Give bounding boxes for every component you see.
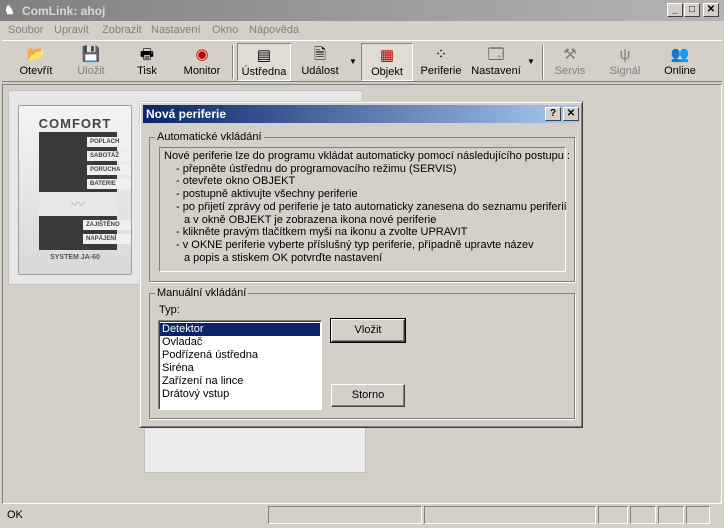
status-bar: OK [0,504,724,528]
device-model: SYSTEM JA-60 [50,254,100,261]
instruction-line: a v okně OBJEKT je zobrazena ikona nové … [184,213,437,226]
objekt-button[interactable]: ▦ Objekt [361,43,413,81]
tools-icon: ⚒ [563,46,577,63]
help-button[interactable]: ? [545,107,561,121]
type-option-detektor[interactable]: Detektor [160,323,320,336]
comfort-device-image: COMFORT POPLACH SABOTÁŽ PORUCHA BATERIE … [18,105,132,275]
monitor-icon: ◉ [195,46,209,63]
instruction-line: - přepněte ústřednu do programovacího re… [176,162,457,175]
status-pane [424,506,596,524]
dialog-close-button[interactable]: ✕ [563,107,579,121]
instruction-line: - otevřete okno OBJEKT [176,175,296,188]
print-button[interactable]: 🖶 Tisk [122,43,172,81]
nastaveni-dropdown-icon[interactable]: ▼ [527,57,535,66]
type-option-sirena[interactable]: Siréna [160,362,320,375]
auto-group-label: Automatické vkládání [155,131,264,143]
settings-icon: 🗔 [487,46,505,63]
instruction-line: - postupně aktivujte všechny periferie [176,188,358,201]
udalost-button[interactable]: 🗎 Událost [294,43,346,81]
dialog-title: Nová periferie [146,107,227,121]
instruction-line: a popis a stiskem OK potvrďte nastavení [184,251,383,264]
device-brand: COMFORT [38,116,112,131]
close-button[interactable]: ✕ [703,3,719,17]
type-option-podrizena-ustredna[interactable]: Podřízená ústředna [160,349,320,362]
menu-nastaveni[interactable]: Nastavení [151,24,201,36]
signal-button[interactable]: ψ Signál [604,43,646,81]
toolbar-separator [232,45,234,79]
minimize-button[interactable]: _ [667,3,683,17]
menu-upravit[interactable]: Upravit [54,24,89,36]
menu-bar: Soubor Upravit Zobrazit Nastavení Okno N… [0,21,724,40]
online-button[interactable]: 👥 Online [658,43,702,81]
instruction-line: Nové periferie lze do programu vkládat a… [164,150,570,162]
status-pane [686,506,710,524]
indicator-napajeni: NAPÁJENÍ [83,234,131,244]
menu-napoveda[interactable]: Nápověda [249,24,299,36]
indicator-baterie: BATERIE [87,179,131,189]
antenna-icon: ψ [619,46,631,63]
menu-soubor[interactable]: Soubor [8,24,43,36]
window-titlebar: ♞ ComLink: ahoj _ □ ✕ [0,0,724,21]
ustredna-panel-bottom [144,425,366,473]
menu-okno[interactable]: Okno [212,24,238,36]
status-pane [268,506,422,524]
indicator-sabotaz: SABOTÁŽ [87,151,131,161]
auto-group: Automatické vkládání Nové periferie lze … [149,131,575,282]
maximize-button[interactable]: □ [684,3,700,17]
manual-group-label: Manuální vkládání [155,287,249,299]
comlink-app-icon: ♞ [4,3,15,17]
instruction-line: - po přijetí zprávy od periferie je tato… [176,200,567,213]
status-text: OK [7,509,23,521]
indicator-zajisteno: ZAJIŠTĚNO [83,220,131,230]
document-icon: 🗎 [313,46,327,63]
instruction-line: - klikněte pravým tlačítkem myši na ikon… [176,226,468,239]
wave-icon: 〰 [39,192,117,216]
save-button[interactable]: 💾 Uložit [66,43,116,81]
periferie-icon: ⁘ [434,46,448,63]
instruction-line: - v OKNE periferie vyberte příslušný typ… [176,238,534,251]
status-pane [598,506,628,524]
ustredna-button[interactable]: ▤ Ústředna [237,43,291,81]
type-listbox[interactable]: Detektor Ovladač Podřízená ústředna Siré… [158,320,322,410]
cancel-button[interactable]: Storno [331,384,405,407]
status-pane [630,506,656,524]
toolbar-separator [542,45,544,79]
type-option-dratovy-vstup[interactable]: Drátový vstup [160,388,320,401]
udalost-dropdown-icon[interactable]: ▼ [349,57,357,66]
users-icon: 👥 [670,46,690,63]
indicator-poplach: POPLACH [87,137,131,147]
indicator-porucha: PORUCHA [87,165,131,175]
servis-button[interactable]: ⚒ Servis [550,43,590,81]
insert-button[interactable]: Vložit [330,318,406,343]
dialog-titlebar: Nová periferie ? ✕ [143,105,579,123]
auto-instructions: Nové periferie lze do programu vkládat a… [159,147,570,272]
menu-zobrazit[interactable]: Zobrazit [102,24,142,36]
nova-periferie-dialog: Nová periferie ? ✕ Automatické vkládání … [139,101,583,428]
type-option-zarizeni-na-lince[interactable]: Zařízení na lince [160,375,320,388]
printer-icon: 🖶 [139,46,155,63]
floppy-disk-icon: 💾 [81,46,101,63]
monitor-button[interactable]: ◉ Monitor [176,43,228,81]
window-title: ComLink: ahoj [22,4,106,18]
type-label: Typ: [159,304,180,316]
toolbar: 📂 Otevřít 💾 Uložit 🖶 Tisk ◉ Monitor ▤ Ús… [2,40,722,82]
type-option-ovladac[interactable]: Ovladač [160,336,320,349]
periferie-button[interactable]: ⁘ Periferie [416,43,466,81]
folder-open-icon: 📂 [26,46,46,63]
status-pane [658,506,684,524]
control-panel-icon: ▤ [256,47,272,64]
objekt-icon: ▦ [379,47,395,64]
nastaveni-button[interactable]: 🗔 Nastavení [468,43,524,81]
open-button[interactable]: 📂 Otevřít [8,43,64,81]
